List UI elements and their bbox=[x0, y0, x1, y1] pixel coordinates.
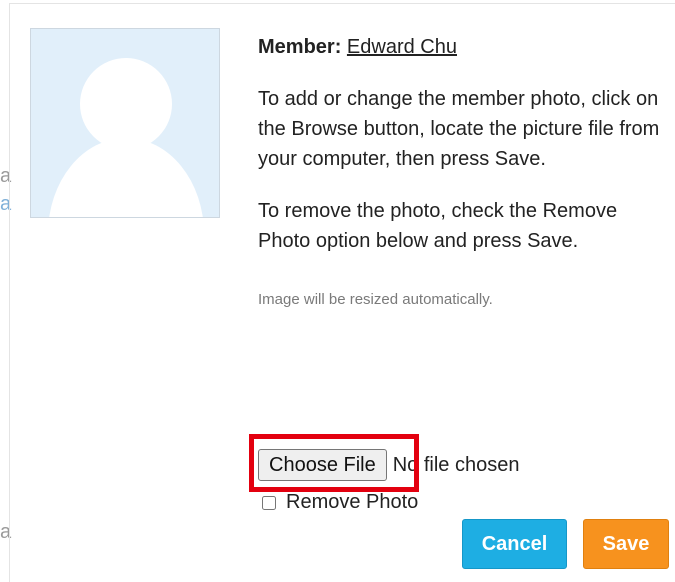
resize-note: Image will be resized automatically. bbox=[258, 291, 493, 308]
highlight-box bbox=[249, 434, 419, 492]
member-photo bbox=[30, 28, 220, 218]
remove-photo-checkbox[interactable] bbox=[262, 495, 276, 510]
remove-photo-label: Remove Photo bbox=[286, 491, 419, 513]
member-line: Member: Edward Chu bbox=[258, 32, 668, 62]
person-silhouette-icon bbox=[31, 29, 219, 217]
member-label: Member: bbox=[258, 36, 342, 58]
cancel-button[interactable]: Cancel bbox=[462, 519, 567, 569]
member-name-link[interactable]: Edward Chu bbox=[347, 36, 457, 58]
add-change-instructions: To add or change the member photo, click… bbox=[258, 88, 660, 170]
member-photo-dialog: a a a Member: Edward Chu To add or chang… bbox=[0, 0, 675, 582]
remove-instructions: To remove the photo, check the Remove Ph… bbox=[258, 200, 618, 252]
save-button[interactable]: Save bbox=[583, 519, 669, 569]
remove-photo-option[interactable]: Remove Photo bbox=[262, 491, 418, 514]
photo-instructions: Member: Edward Chu To add or change the … bbox=[258, 32, 668, 310]
